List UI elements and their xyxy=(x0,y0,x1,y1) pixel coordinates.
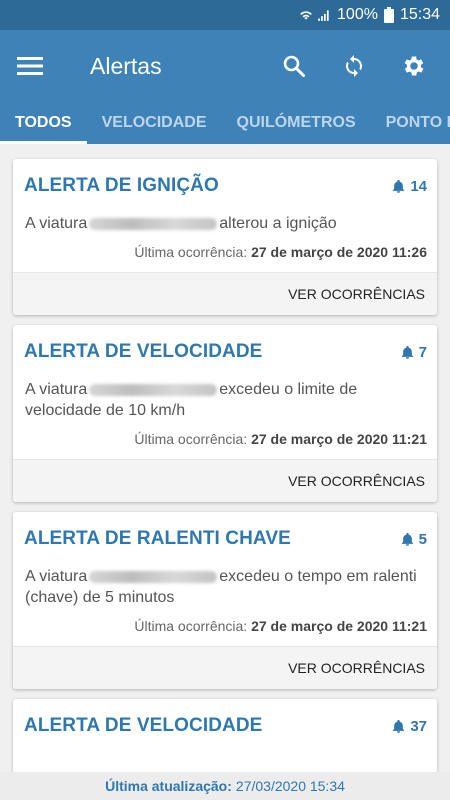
tab-todos[interactable]: TODOS xyxy=(0,102,87,144)
tab-quilometros[interactable]: QUILÓMETROS xyxy=(222,102,371,144)
tab-velocidade[interactable]: VELOCIDADE xyxy=(87,102,222,144)
alert-title: ALERTA DE RALENTI CHAVE xyxy=(24,528,291,549)
last-occurrence: Última ocorrência: 27 de março de 2020 1… xyxy=(134,244,427,260)
settings-button[interactable] xyxy=(384,30,444,102)
search-icon xyxy=(283,55,305,77)
view-occurrences-button[interactable]: VER OCORRÊNCIAS xyxy=(288,660,425,676)
alert-card: ALERTA DE VELOCIDADE 37 xyxy=(13,699,437,779)
last-occurrence: Última ocorrência: 27 de março de 2020 1… xyxy=(134,618,427,634)
redacted-plate xyxy=(89,570,218,583)
status-time: 15:34 xyxy=(399,6,440,23)
alert-count: 5 xyxy=(400,531,427,548)
last-update-label: Última atualização: xyxy=(105,778,232,794)
menu-icon xyxy=(17,57,43,75)
bell-icon xyxy=(393,719,405,733)
battery-level: 100% xyxy=(337,6,378,23)
alert-description: A viatura excedeu o tempo em ralenti (cha… xyxy=(25,568,417,606)
alert-list[interactable]: ALERTA DE IGNIÇÃO 14 A viatura alterou a … xyxy=(0,144,450,800)
page-title: Alertas xyxy=(90,52,162,79)
alert-card: ALERTA DE VELOCIDADE 7 A viatura excedeu … xyxy=(13,325,437,502)
last-update-value: 27/03/2020 15:34 xyxy=(235,778,345,794)
alert-title: ALERTA DE IGNIÇÃO xyxy=(24,175,219,196)
view-occurrences-button[interactable]: VER OCORRÊNCIAS xyxy=(288,286,425,302)
last-update-bar: Última atualização: 27/03/2020 15:34 xyxy=(0,772,450,800)
alert-count: 37 xyxy=(391,718,427,735)
app-bar: Alertas xyxy=(0,30,450,102)
view-occurrences-button[interactable]: VER OCORRÊNCIAS xyxy=(288,473,425,489)
redacted-plate xyxy=(89,383,218,396)
signal-icon xyxy=(318,10,329,21)
settings-icon xyxy=(404,56,424,76)
alert-card: ALERTA DE RALENTI CHAVE 5 A viatura exced… xyxy=(13,512,437,689)
bell-icon xyxy=(393,179,405,193)
tab-ponto[interactable]: PONTO D xyxy=(371,102,450,144)
last-occurrence: Última ocorrência: 27 de março de 2020 1… xyxy=(134,431,427,447)
bell-icon xyxy=(401,532,413,546)
alert-title: ALERTA DE VELOCIDADE xyxy=(24,341,263,362)
alert-count: 7 xyxy=(400,344,427,361)
bell-icon xyxy=(401,345,413,359)
wifi-icon xyxy=(300,11,312,20)
alert-card: ALERTA DE IGNIÇÃO 14 A viatura alterou a … xyxy=(13,159,437,315)
status-bar: 100% 15:34 xyxy=(0,0,450,30)
alert-description: A viatura alterou a ignição xyxy=(25,215,337,232)
menu-button[interactable] xyxy=(0,30,60,102)
refresh-icon xyxy=(346,55,362,77)
alert-description: A viatura excedeu o limite de velocidade … xyxy=(25,381,358,419)
refresh-button[interactable] xyxy=(324,30,384,102)
search-button[interactable] xyxy=(264,30,324,102)
alert-count: 14 xyxy=(391,178,427,195)
battery-icon xyxy=(383,7,394,23)
alert-title: ALERTA DE VELOCIDADE xyxy=(24,715,263,736)
tab-bar: TODOS VELOCIDADE QUILÓMETROS PONTO D xyxy=(0,102,450,144)
redacted-plate xyxy=(89,217,218,230)
